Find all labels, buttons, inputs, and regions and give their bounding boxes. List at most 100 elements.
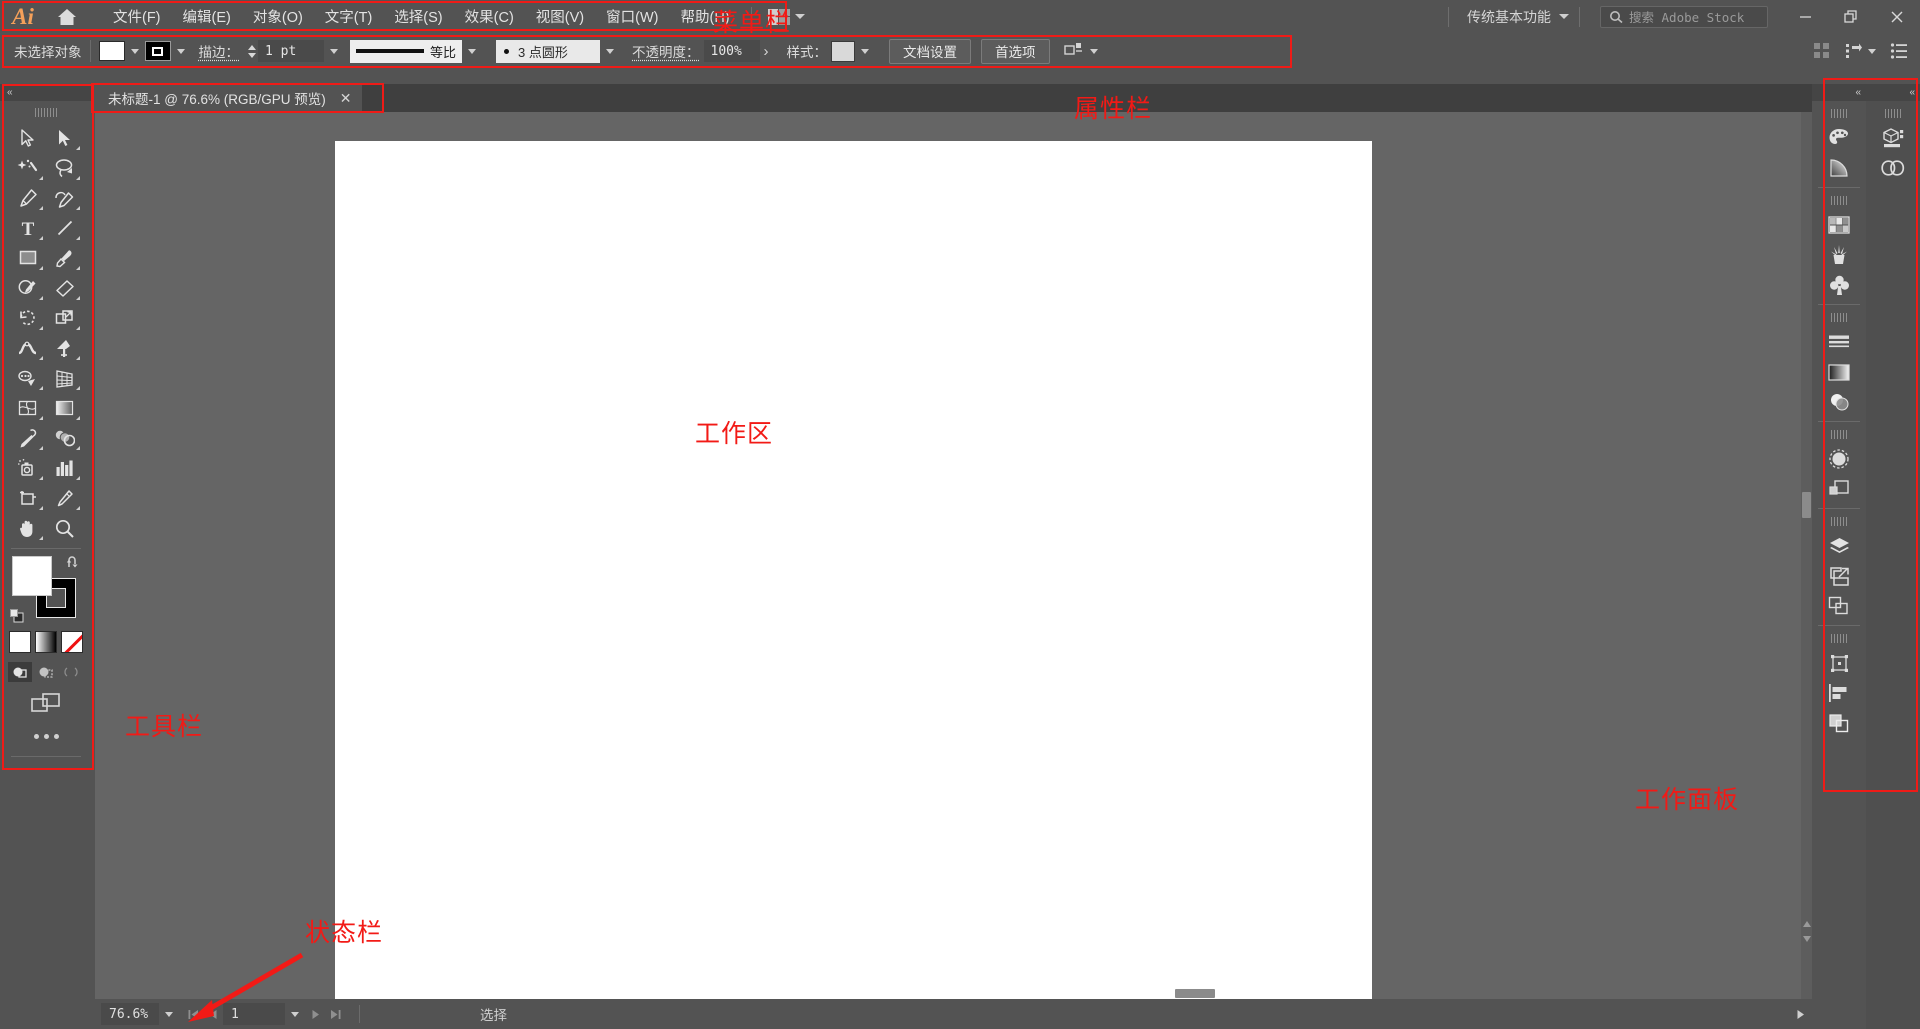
menu-file[interactable]: 文件(F) [102,1,172,32]
menu-select[interactable]: 选择(S) [383,1,453,32]
workspace-switcher-label[interactable]: 传统基本功能 [1459,7,1559,27]
draw-inside-mode[interactable] [60,662,84,682]
double-chevron-left-icon[interactable]: « [7,87,12,98]
fill-color-swatch[interactable] [98,41,125,61]
align-options-chevron-icon[interactable] [1868,48,1876,54]
scroll-down-arrow-icon[interactable] [1802,933,1811,944]
toolbox-collapse-header[interactable]: « [0,84,92,101]
perspective-grid-tool[interactable] [46,363,83,393]
brush-definition-chevron-icon[interactable] [600,39,620,63]
pathfinder-panel-icon[interactable] [1812,708,1866,738]
appearance-panel-icon[interactable] [1812,444,1866,474]
links-panel-icon[interactable] [1812,591,1866,621]
direct-selection-tool[interactable] [46,123,83,153]
menu-edit[interactable]: 编辑(E) [172,1,242,32]
document-setup-button[interactable]: 文档设置 [889,38,971,64]
swatches-panel-icon[interactable] [1812,210,1866,240]
creative-cloud-icon[interactable] [1866,153,1920,183]
mesh-tool[interactable] [9,393,46,423]
canvas-vertical-scroll-thumb[interactable] [1802,492,1811,518]
preferences-button[interactable]: 首选项 [981,38,1050,64]
stroke-profile-chevron-icon[interactable] [462,39,482,63]
opacity-expand-icon[interactable]: › [760,43,773,60]
gradient2-panel-icon[interactable] [1812,357,1866,387]
transparency-panel-icon[interactable] [1812,387,1866,417]
lasso-tool[interactable] [46,153,83,183]
free-transform-tool[interactable] [46,333,83,363]
rotate-tool[interactable] [9,303,46,333]
stroke-panel-icon[interactable] [1812,327,1866,357]
eraser-tool[interactable] [46,273,83,303]
hand-tool[interactable] [9,513,46,543]
gradient-tool[interactable] [46,393,83,423]
default-fill-stroke-icon[interactable] [10,609,25,624]
dock-collapse-header-2[interactable]: « [1866,84,1920,101]
close-button[interactable] [1874,0,1920,33]
canvas-horizontal-scroll-thumb[interactable] [1175,989,1215,998]
scroll-up-arrow-icon[interactable] [1802,918,1811,929]
dock-group-grip-1[interactable] [1812,107,1866,120]
dock-group-grip-5[interactable] [1812,515,1866,528]
fill-color-box[interactable] [12,556,52,596]
gradient-mode[interactable] [35,631,57,653]
rectangle-tool[interactable] [9,243,46,273]
pen-tool[interactable] [9,183,46,213]
align-panel-icon-ctrl[interactable] [1845,42,1876,60]
arrange-documents-icon[interactable] [762,6,811,28]
artboard-tool[interactable] [9,483,46,513]
gradient-panel-icon[interactable] [1812,153,1866,183]
width-tool[interactable] [9,333,46,363]
scale-tool[interactable] [46,303,83,333]
selection-tool[interactable] [9,123,46,153]
line-segment-tool[interactable] [46,213,83,243]
canvas-vertical-scrollbar[interactable] [1801,112,1812,999]
artboards-panel-icon[interactable] [1812,561,1866,591]
transform-panel-icon[interactable] [1812,648,1866,678]
minimize-button[interactable] [1782,0,1828,33]
menu-view[interactable]: 视图(V) [525,1,595,32]
dock-group-grip-7[interactable] [1866,107,1920,120]
libraries-panel-icon[interactable] [1866,123,1920,153]
align-to-selection-icon[interactable] [1063,42,1084,60]
search-adobe-stock-input[interactable]: 搜索 Adobe Stock [1600,5,1768,28]
stroke-weight-chevron-icon[interactable] [324,39,344,63]
restore-button[interactable] [1828,0,1874,33]
color-mode[interactable] [9,631,31,653]
slice-tool[interactable] [46,483,83,513]
zoom-level-input[interactable]: 76.6% [101,1003,159,1025]
layers-panel-icon[interactable] [1812,531,1866,561]
stroke-color-swatch[interactable] [144,41,171,61]
draw-behind-mode[interactable] [34,662,58,682]
blend-tool[interactable] [46,423,83,453]
document-tab[interactable]: 未标题-1 @ 76.6% (RGB/GPU 预览) ✕ [95,84,363,112]
change-screen-mode[interactable] [0,693,92,717]
stroke-weight-stepper[interactable] [245,44,258,58]
canvas-workspace[interactable] [95,112,1812,999]
edit-toolbar[interactable] [0,734,92,739]
draw-normal-mode[interactable] [8,662,32,682]
eyedropper-tool[interactable] [9,423,46,453]
menu-type[interactable]: 文字(T) [314,1,384,32]
artboard[interactable] [335,141,1372,999]
home-icon[interactable] [46,0,88,33]
align-chevron-icon[interactable] [1084,39,1104,63]
menu-object[interactable]: 对象(O) [242,1,314,32]
workspace-chevron-down-icon[interactable] [1559,14,1569,19]
curvature-tool[interactable] [46,183,83,213]
document-info-icon[interactable] [1890,42,1908,60]
paintbrush-tool[interactable] [46,243,83,273]
stroke-dropdown-chevron-icon[interactable] [171,39,191,63]
last-artboard-button[interactable] [325,1003,345,1025]
color-panel-icon[interactable] [1812,123,1866,153]
dock-group-grip-4[interactable] [1812,428,1866,441]
graphic-styles-panel-icon[interactable] [1812,474,1866,504]
menu-help[interactable]: 帮助(H) [669,1,740,32]
menu-effect[interactable]: 效果(C) [454,1,525,32]
close-icon[interactable]: ✕ [340,91,352,105]
stroke-profile-dropdown[interactable]: 等比 [350,39,462,63]
magic-wand-tool[interactable] [9,153,46,183]
dock-collapse-header-1[interactable]: « [1812,84,1866,101]
stroke-weight-input[interactable]: 1 pt [258,40,324,62]
swap-fill-stroke-icon[interactable] [66,554,82,570]
symbols-panel-icon[interactable] [1812,270,1866,300]
